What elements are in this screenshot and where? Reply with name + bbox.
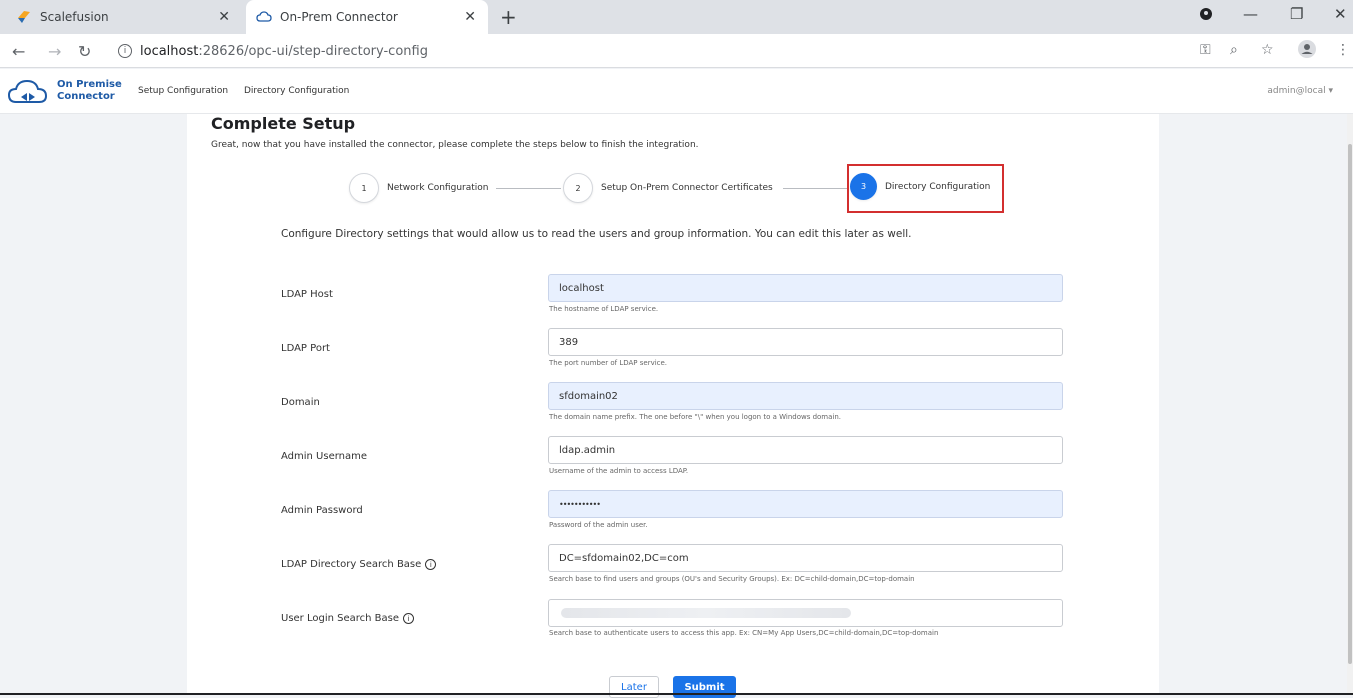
back-icon[interactable]: ←: [12, 42, 25, 61]
new-tab-icon[interactable]: +: [500, 5, 517, 29]
login-search-base-label-text: User Login Search Base: [281, 613, 400, 624]
admin-password-help: Password of the admin user.: [549, 521, 648, 529]
bookmark-star-icon[interactable]: ☆: [1261, 42, 1274, 58]
chevron-down-icon: ▾: [1328, 86, 1333, 96]
forward-icon[interactable]: →: [48, 42, 61, 61]
step-number: 2: [563, 173, 593, 203]
info-icon[interactable]: i: [403, 613, 415, 624]
login-search-base-label: User Login Search Base i: [281, 613, 415, 624]
browser-tab-title: Scalefusion: [40, 10, 109, 24]
ldap-host-input[interactable]: localhost: [548, 274, 1063, 302]
browser-tab-scalefusion[interactable]: Scalefusion ✕: [8, 0, 246, 34]
active-step-highlight-box: [847, 164, 1004, 213]
url-host: localhost: [140, 43, 199, 59]
scrollbar-thumb[interactable]: [1348, 144, 1352, 664]
ldap-host-label: LDAP Host: [281, 289, 333, 300]
user-name: admin@local: [1267, 86, 1326, 96]
cloud-favicon-icon: [256, 9, 272, 25]
window-close-icon[interactable]: ✕: [1334, 5, 1347, 23]
brand-line-1: On Premise: [57, 79, 122, 90]
search-base-label: LDAP Directory Search Base i: [281, 559, 437, 570]
admin-username-input[interactable]: ldap.admin: [548, 436, 1063, 464]
ldap-port-input[interactable]: 389: [548, 328, 1063, 356]
login-search-base-input[interactable]: [548, 599, 1063, 627]
step-network-configuration[interactable]: 1 Network Configuration: [349, 173, 488, 203]
url-field[interactable]: i localhost:28626/opc-ui/step-directory-…: [108, 39, 1188, 63]
page-subtitle: Great, now that you have installed the c…: [211, 140, 699, 150]
app-header: On Premise Connector Setup Configuration…: [0, 69, 1353, 114]
close-tab-icon[interactable]: ✕: [464, 9, 476, 25]
profile-dot-icon[interactable]: [1199, 7, 1213, 25]
step-label: Network Configuration: [387, 183, 489, 193]
intro-text: Configure Directory settings that would …: [281, 228, 912, 240]
search-base-help: Search base to find users and groups (OU…: [549, 575, 915, 583]
step-certificates[interactable]: 2 Setup On-Prem Connector Certificates: [563, 173, 773, 203]
admin-username-label: Admin Username: [281, 451, 368, 462]
on-premise-connector-logo-icon: [7, 78, 48, 106]
browser-tab-title: On-Prem Connector: [280, 10, 398, 24]
domain-input[interactable]: sfdomain02: [548, 382, 1063, 410]
minimize-icon[interactable]: —: [1243, 5, 1258, 23]
menu-kebab-icon[interactable]: ⋮: [1336, 42, 1350, 58]
reload-icon[interactable]: ↻: [78, 42, 91, 61]
redacted-value: [561, 608, 851, 618]
info-icon[interactable]: i: [425, 559, 437, 570]
domain-label: Domain: [281, 397, 320, 408]
admin-password-label: Admin Password: [281, 505, 363, 516]
zoom-icon[interactable]: ⌕: [1230, 42, 1238, 58]
close-tab-icon[interactable]: ✕: [218, 9, 230, 25]
login-search-base-help: Search base to authenticate users to acc…: [549, 629, 939, 637]
search-base-label-text: LDAP Directory Search Base: [281, 559, 422, 570]
browser-tab-bar: Scalefusion ✕ On-Prem Connector ✕ + — ❐ …: [0, 0, 1353, 34]
step-number: 1: [349, 173, 379, 203]
brand-name: On Premise Connector: [57, 79, 122, 103]
nav-directory-configuration[interactable]: Directory Configuration: [244, 86, 349, 96]
account-avatar-icon[interactable]: [1298, 40, 1316, 62]
ldap-port-help: The port number of LDAP service.: [549, 359, 668, 367]
step-label: Setup On-Prem Connector Certificates: [601, 183, 773, 193]
step-connector-line: [783, 188, 848, 189]
page-scrollbar[interactable]: [1347, 114, 1353, 695]
page-title: Complete Setup: [211, 114, 356, 133]
ldap-host-help: The hostname of LDAP service.: [549, 305, 659, 313]
admin-username-help: Username of the admin to access LDAP.: [549, 467, 689, 475]
scalefusion-favicon-icon: [16, 9, 32, 25]
domain-help: The domain name prefix. The one before "…: [549, 413, 842, 421]
admin-password-input[interactable]: •••••••••••: [548, 490, 1063, 518]
restore-icon[interactable]: ❐: [1290, 5, 1303, 23]
browser-address-bar: ← → ↻ i localhost:28626/opc-ui/step-dire…: [0, 34, 1353, 68]
user-menu[interactable]: admin@local ▾: [1267, 86, 1333, 96]
site-info-icon[interactable]: i: [118, 44, 132, 58]
browser-tab-onprem[interactable]: On-Prem Connector ✕: [246, 0, 488, 34]
ldap-port-label: LDAP Port: [281, 343, 330, 354]
nav-setup-configuration[interactable]: Setup Configuration: [138, 86, 228, 96]
key-icon[interactable]: ⚿: [1200, 42, 1211, 58]
search-base-input[interactable]: DC=sfdomain02,DC=com: [548, 544, 1063, 572]
step-connector-line: [496, 188, 561, 189]
url-path: :28626/opc-ui/step-directory-config: [198, 43, 428, 59]
brand-line-2: Connector: [57, 91, 115, 102]
